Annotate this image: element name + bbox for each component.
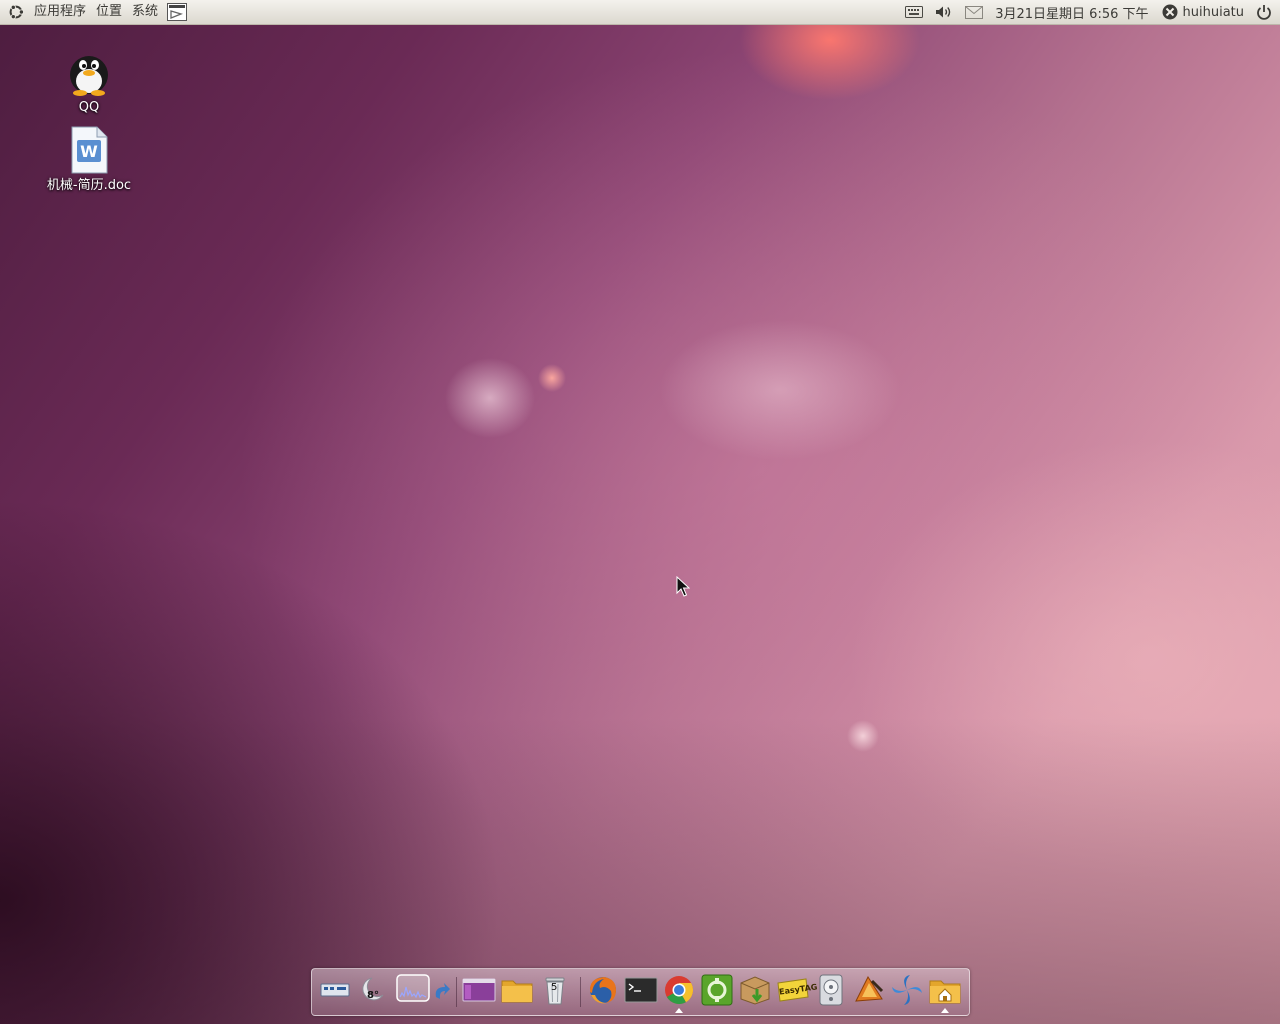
system-monitor-applet-icon[interactable] <box>396 973 430 1007</box>
switcher-applet-icon[interactable] <box>430 973 452 1007</box>
mouse-pointer-icon <box>676 576 690 597</box>
terminal-icon[interactable] <box>624 973 658 1007</box>
workspace-switcher-icon[interactable] <box>462 973 496 1007</box>
user-menu[interactable]: huihuiatu <box>1155 3 1250 21</box>
chrome-icon[interactable] <box>662 973 696 1007</box>
dock-separator <box>456 977 457 1007</box>
network-monitor-applet-icon[interactable] <box>318 973 352 1007</box>
package-installer-icon[interactable] <box>738 973 772 1007</box>
document-icon: W <box>71 126 108 174</box>
username: huihuiatu <box>1182 4 1244 20</box>
menu-places[interactable]: 位置 <box>91 0 127 24</box>
running-indicator <box>675 1008 683 1013</box>
desktop-icon-label: 机械-简历.doc <box>46 178 132 193</box>
media-tool-icon[interactable] <box>852 973 886 1007</box>
trash-count-badge: 5 <box>551 982 558 993</box>
menu-system[interactable]: 系统 <box>127 0 163 24</box>
swirl-app-icon[interactable] <box>890 973 924 1007</box>
firefox-icon[interactable] <box>586 973 620 1007</box>
power-icon[interactable] <box>1256 4 1272 20</box>
menu-applications[interactable]: 应用程序 <box>29 0 91 24</box>
top-panel: 应用程序 位置 系统 3月21日星期日 6:56 下午 huihuiatu <box>0 0 1280 25</box>
desktop-icon-qq[interactable]: QQ <box>44 48 134 116</box>
user-status-icon <box>1162 4 1178 20</box>
dock: 8° 5 EasyTAG <box>311 968 970 1016</box>
svg-text:W: W <box>80 142 98 161</box>
running-indicator <box>941 1008 949 1013</box>
maintenance-icon[interactable] <box>700 973 734 1007</box>
mail-icon[interactable] <box>965 5 984 19</box>
qq-penguin-icon <box>70 56 108 96</box>
weather-temperature: 8° <box>367 990 379 1001</box>
desktop-icon-doc[interactable]: W 机械-简历.doc <box>44 126 134 194</box>
volume-icon[interactable] <box>935 5 953 19</box>
home-folder-icon[interactable] <box>928 973 962 1007</box>
desktop-icon-label: QQ <box>78 100 100 115</box>
easytag[interactable]: EasyTAG <box>776 973 818 1007</box>
folder-icon[interactable] <box>500 973 534 1007</box>
clock[interactable]: 3月21日星期日 6:56 下午 <box>989 3 1154 22</box>
trash[interactable]: 5 <box>538 973 572 1007</box>
ubuntu-logo-icon[interactable] <box>7 3 25 21</box>
weather-applet[interactable]: 8° <box>356 973 390 1007</box>
keyboard-icon[interactable] <box>905 5 924 19</box>
screenshot-launcher-icon[interactable] <box>167 3 188 21</box>
disk-utility-icon[interactable] <box>814 973 848 1007</box>
dock-separator <box>580 977 581 1007</box>
